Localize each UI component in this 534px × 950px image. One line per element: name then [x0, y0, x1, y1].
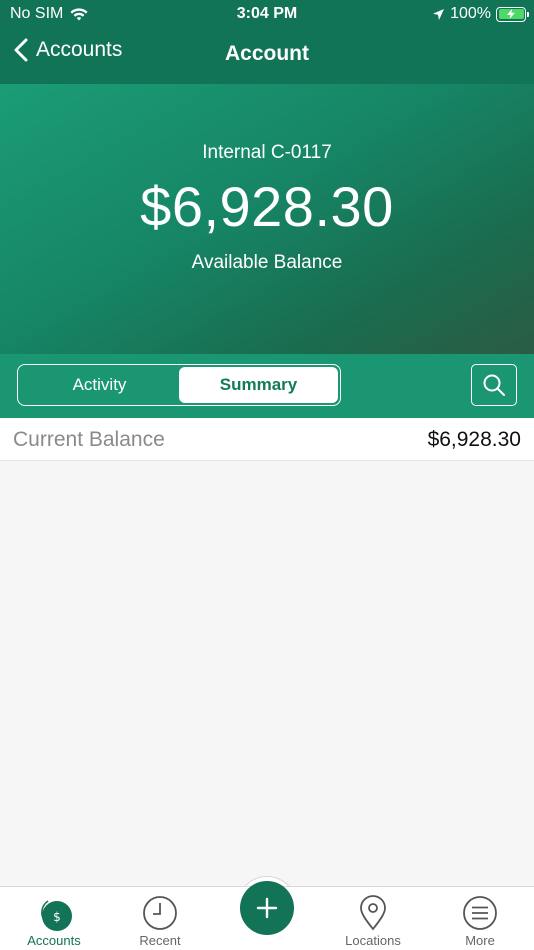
- balance-hero: Internal C-0117 $6,928.30 Available Bala…: [0, 84, 534, 354]
- summary-row-current-balance: Current Balance $6,928.30: [0, 418, 534, 461]
- search-button[interactable]: [471, 364, 517, 406]
- segmented-control: Activity Summary: [17, 364, 341, 406]
- add-button[interactable]: [240, 881, 294, 935]
- status-right: 100%: [432, 5, 529, 23]
- status-bar: No SIM 3:04 PM 100%: [0, 0, 534, 28]
- tab-activity[interactable]: Activity: [20, 367, 179, 403]
- clock-icon: [143, 896, 177, 930]
- current-balance-label: Current Balance: [13, 428, 165, 451]
- segment-bar: Activity Summary: [0, 354, 534, 418]
- tab-more-label: More: [465, 933, 495, 948]
- page-title: Account: [225, 42, 309, 65]
- tab-recent-label: Recent: [139, 933, 181, 948]
- tab-summary[interactable]: Summary: [179, 367, 338, 403]
- tab-accounts-label: Accounts: [27, 933, 81, 948]
- tab-locations-label: Locations: [345, 933, 401, 948]
- search-icon: [483, 374, 505, 396]
- tab-accounts[interactable]: $ Accounts: [9, 887, 99, 950]
- location-arrow-icon: [433, 8, 445, 20]
- battery-charging-icon: [496, 6, 529, 22]
- tab-locations[interactable]: Locations: [328, 887, 418, 950]
- menu-icon: [463, 896, 497, 930]
- battery-percent: 100%: [450, 5, 491, 22]
- available-balance-label: Available Balance: [191, 252, 343, 273]
- map-pin-icon: [360, 895, 386, 931]
- svg-text:$: $: [53, 910, 61, 924]
- dollar-circle-icon: $: [41, 900, 72, 931]
- tab-more[interactable]: More: [435, 887, 525, 950]
- plus-icon: [256, 897, 278, 919]
- available-balance-amount: $6,928.30: [140, 175, 394, 238]
- tab-recent[interactable]: Recent: [115, 887, 205, 950]
- top-bar: No SIM 3:04 PM 100% Accounts Account: [0, 0, 534, 84]
- account-name: Internal C-0117: [202, 142, 332, 163]
- current-balance-value: $6,928.30: [427, 428, 521, 451]
